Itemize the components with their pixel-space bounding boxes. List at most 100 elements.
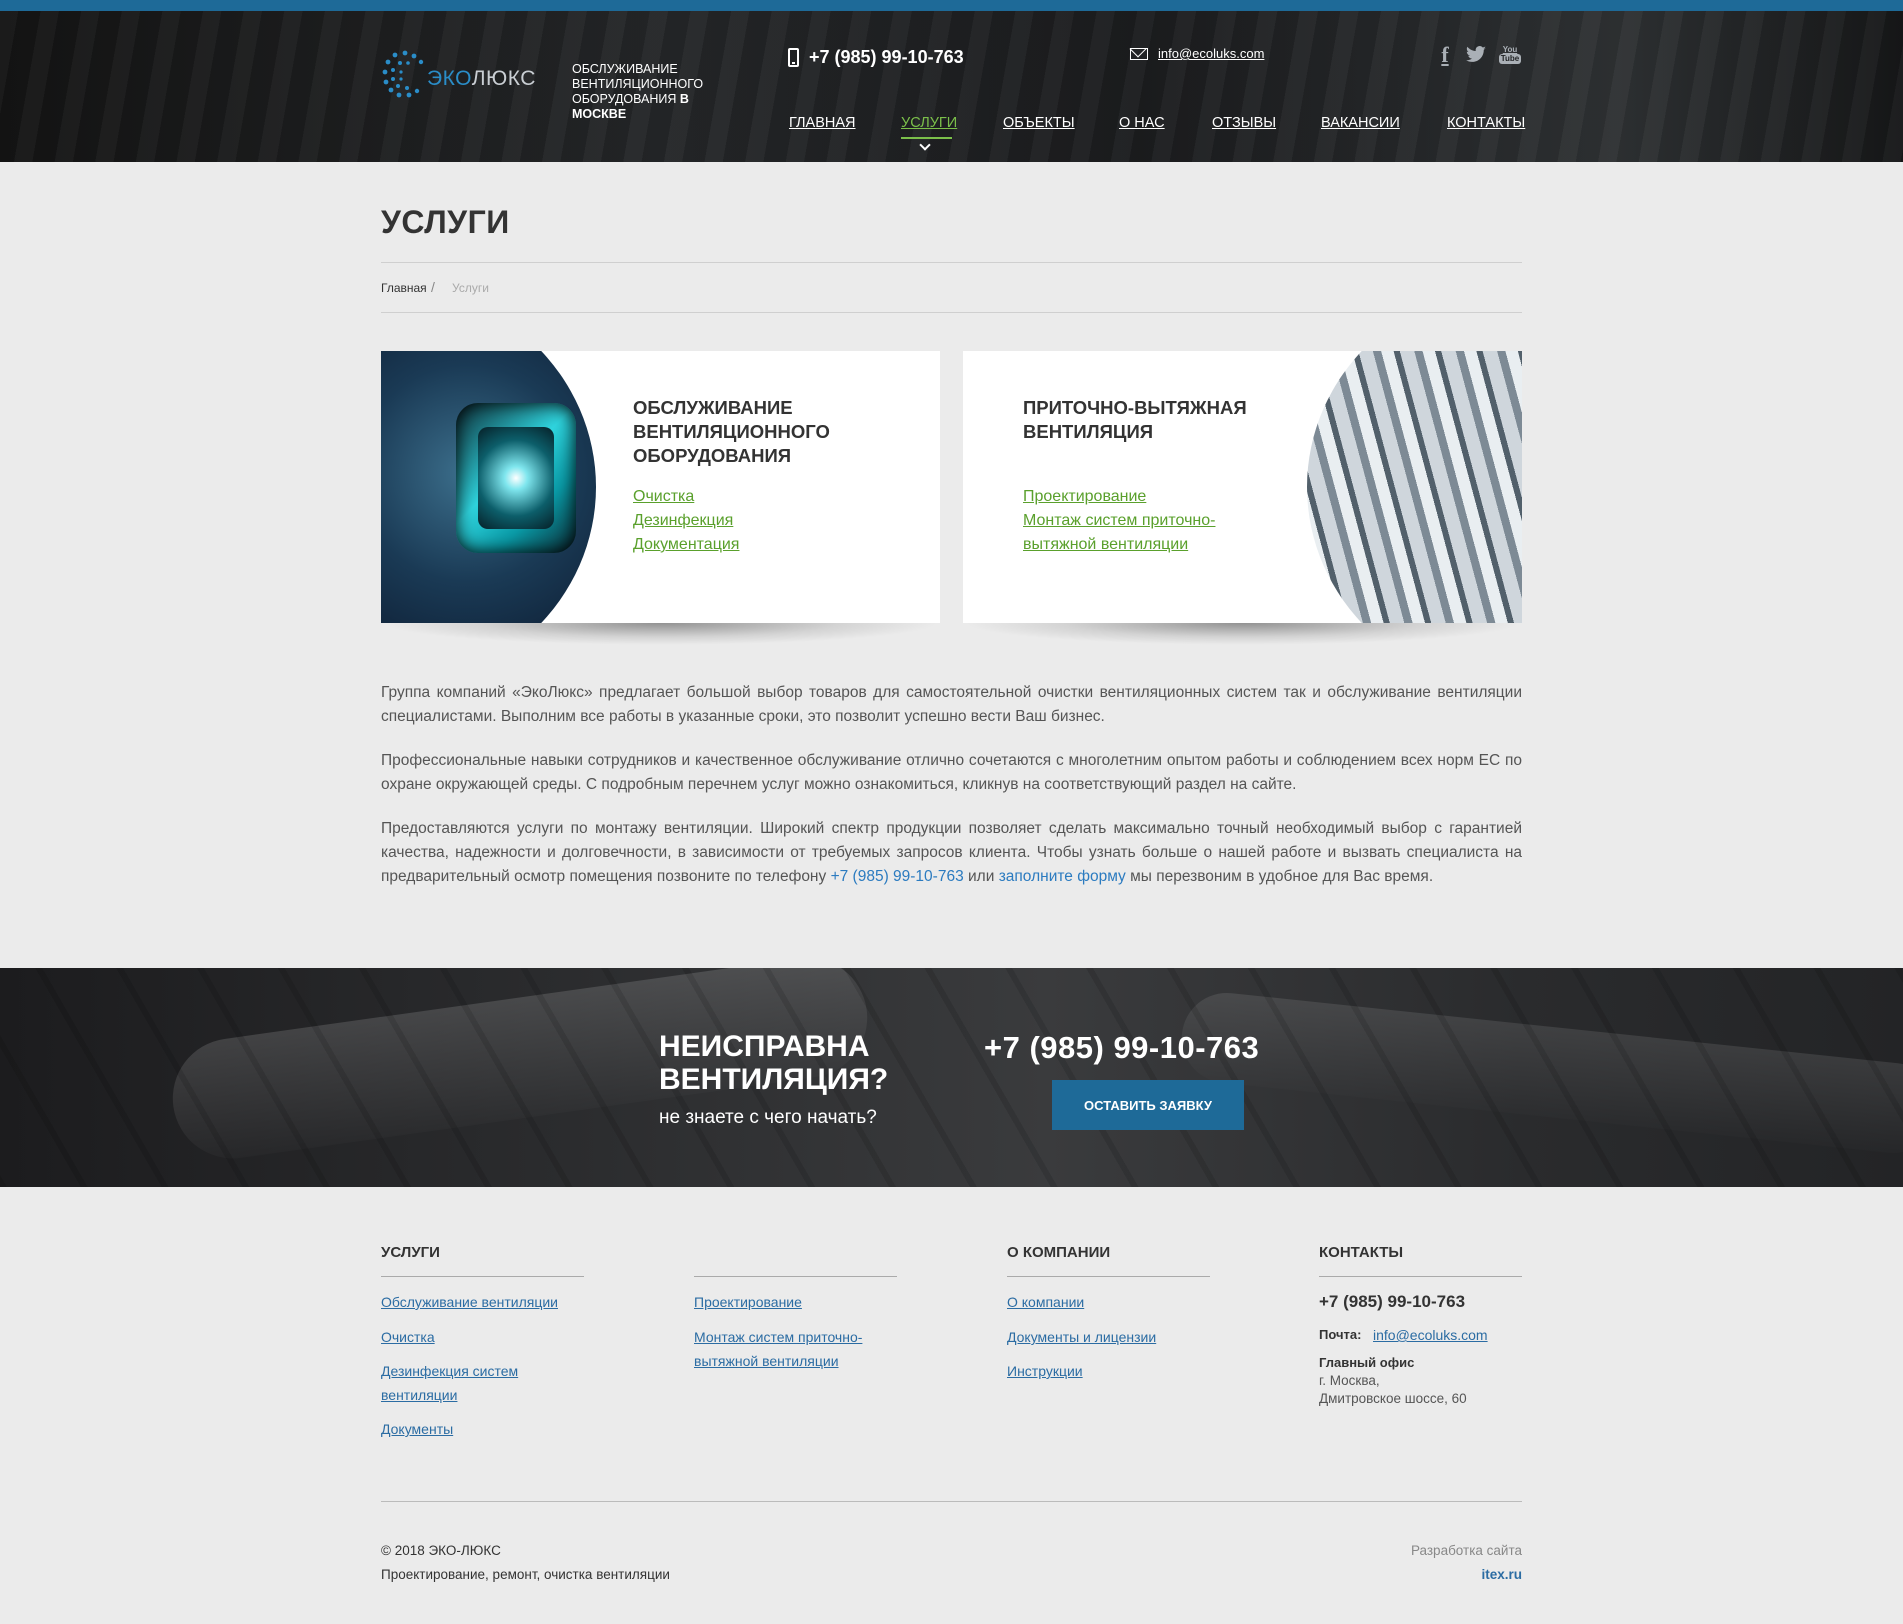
card-image-duct bbox=[381, 351, 596, 623]
nav-home[interactable]: ГЛАВНАЯ bbox=[789, 115, 856, 139]
logo-wordmark: ЭКОЛЮКС bbox=[427, 67, 536, 91]
footer-divider bbox=[1319, 1276, 1522, 1277]
footer-company-heading: О КОМПАНИИ bbox=[1007, 1244, 1111, 1261]
banner-phone[interactable]: +7 (985) 99-10-763 bbox=[984, 1030, 1259, 1066]
footer-address-line1: г. Москва, bbox=[1319, 1373, 1380, 1388]
footer-link-maintenance[interactable]: Обслуживание вентиляции bbox=[381, 1290, 558, 1314]
logo-eko: ЭКО bbox=[427, 67, 472, 90]
header-tagline: Обслуживание вентиляционного оборудовани… bbox=[572, 62, 732, 122]
nav-active-underline bbox=[901, 137, 952, 139]
nav-about[interactable]: О НАС bbox=[1119, 115, 1165, 139]
intro-p3-mid: или bbox=[963, 868, 999, 885]
top-accent-bar bbox=[0, 0, 1903, 11]
footer-link-disinfection[interactable]: Дезинфекция систем bbox=[381, 1359, 518, 1383]
card-title-line3: ОБОРУДОВАНИЯ bbox=[633, 445, 792, 466]
tagline-line1: Обслуживание bbox=[572, 62, 678, 76]
cta-banner bbox=[0, 968, 1903, 1187]
footer-phone[interactable]: +7 (985) 99-10-763 bbox=[1319, 1292, 1465, 1312]
nav-services[interactable]: УСЛУГИ bbox=[901, 115, 957, 139]
mail-icon bbox=[1130, 47, 1148, 60]
service-card-maintenance[interactable]: ОБСЛУЖИВАНИЕ ВЕНТИЛЯЦИОННОГО ОБОРУДОВАНИ… bbox=[381, 351, 940, 623]
tagline-line3: оборудования bbox=[572, 92, 677, 106]
banner-title: НЕИСПРАВНА ВЕНТИЛЯЦИЯ? bbox=[659, 1030, 888, 1096]
card-shadow bbox=[963, 623, 1522, 645]
card-shadow bbox=[381, 623, 940, 645]
submit-request-button[interactable]: ОСТАВИТЬ ЗАЯВКУ bbox=[1052, 1080, 1244, 1130]
footer-address-line2: Дмитровское шоссе, 60 bbox=[1319, 1391, 1467, 1406]
footer-link-disinfection-2[interactable]: вентиляции bbox=[381, 1383, 457, 1407]
service-card-ventilation[interactable]: ПРИТОЧНО-ВЫТЯЖНАЯ ВЕНТИЛЯЦИЯ Проектирова… bbox=[963, 351, 1522, 623]
card-title-line2: ВЕНТИЛЯЦИОННОГО bbox=[633, 421, 830, 442]
breadcrumb-current: Услуги bbox=[452, 281, 489, 295]
tagline-line2: вентиляционного bbox=[572, 77, 704, 91]
footer-divider bbox=[1007, 1276, 1210, 1277]
developer-label: Разработка сайта bbox=[1410, 1543, 1522, 1558]
header-email-link[interactable]: info@ecoluks.com bbox=[1158, 46, 1264, 61]
nav-contacts[interactable]: КОНТАКТЫ bbox=[1447, 115, 1525, 139]
footer-divider bbox=[381, 1276, 584, 1277]
logo[interactable]: ЭКОЛЮКС bbox=[381, 48, 541, 106]
logo-mark-icon bbox=[382, 50, 424, 98]
footer-link-cleaning[interactable]: Очистка bbox=[381, 1325, 435, 1349]
intro-paragraph-2: Профессиональные навыки сотрудников и ка… bbox=[381, 752, 1522, 793]
footer-link-installation[interactable]: Монтаж систем приточно- bbox=[694, 1325, 862, 1349]
intro-phone-link[interactable]: +7 (985) 99-10-763 bbox=[831, 868, 964, 885]
footer-link-instructions[interactable]: Инструкции bbox=[1007, 1359, 1083, 1383]
site-header bbox=[0, 11, 1903, 162]
intro-form-link[interactable]: заполните форму bbox=[999, 868, 1126, 885]
banner-background-texture bbox=[0, 968, 1903, 1187]
breadcrumb-divider bbox=[381, 312, 1522, 313]
nav-reviews[interactable]: ОТЗЫВЫ bbox=[1212, 115, 1276, 139]
footer-link-installation-2[interactable]: вытяжной вентиляции bbox=[694, 1349, 839, 1373]
twitter-icon[interactable] bbox=[1464, 44, 1488, 66]
breadcrumb-separator: / bbox=[431, 279, 435, 295]
banner-title-line2: ВЕНТИЛЯЦИЯ? bbox=[659, 1063, 889, 1096]
card-link-documentation[interactable]: Документация bbox=[633, 533, 739, 557]
card-link-design[interactable]: Проектирование bbox=[1023, 485, 1146, 509]
logo-lux: ЛЮКС bbox=[471, 67, 536, 90]
page-title: УСЛУГИ bbox=[381, 204, 510, 240]
phone-icon bbox=[788, 47, 799, 67]
footer-link-licenses[interactable]: Документы и лицензии bbox=[1007, 1325, 1156, 1349]
footer-bottom-divider bbox=[381, 1501, 1522, 1502]
intro-paragraph-1: Группа компаний «ЭкоЛюкс» предлагает бол… bbox=[381, 684, 1522, 725]
footer-services-heading: УСЛУГИ bbox=[381, 1244, 440, 1261]
card-link-cleaning[interactable]: Очистка bbox=[633, 485, 694, 509]
card-link-disinfection[interactable]: Дезинфекция bbox=[633, 509, 733, 533]
title-divider bbox=[381, 262, 1522, 263]
footer-divider bbox=[694, 1276, 897, 1277]
banner-subtitle: не знаете с чего начать? bbox=[659, 1107, 877, 1128]
header-phone-block[interactable]: +7 (985) 99-10-763 bbox=[788, 45, 964, 69]
copyright: © 2018 ЭКО-ЛЮКС bbox=[381, 1543, 501, 1558]
header-phone[interactable]: +7 (985) 99-10-763 bbox=[809, 47, 964, 68]
footer-office-label: Главный офис bbox=[1319, 1355, 1415, 1370]
footer-email-link[interactable]: info@ecoluks.com bbox=[1373, 1323, 1488, 1347]
developer-link[interactable]: itex.ru bbox=[1481, 1567, 1522, 1582]
copyright-subtitle: Проектирование, ремонт, очистка вентиляц… bbox=[381, 1567, 670, 1582]
breadcrumb-home[interactable]: Главная bbox=[381, 281, 427, 295]
card-link-installation[interactable]: Монтаж систем приточно- bbox=[1023, 509, 1215, 533]
intro-paragraph-3: Предоставляются услуги по монтажу вентил… bbox=[381, 817, 1522, 889]
card-title: ПРИТОЧНО-ВЫТЯЖНАЯ ВЕНТИЛЯЦИЯ bbox=[1023, 396, 1247, 444]
card-title-line2: ВЕНТИЛЯЦИЯ bbox=[1023, 421, 1154, 442]
footer-contacts-heading: КОНТАКТЫ bbox=[1319, 1244, 1404, 1261]
card-image-pipes bbox=[1307, 351, 1522, 623]
youtube-icon[interactable]: You Tube bbox=[1498, 44, 1522, 66]
header-background bbox=[0, 11, 1903, 162]
card-title: ОБСЛУЖИВАНИЕ ВЕНТИЛЯЦИОННОГО ОБОРУДОВАНИ… bbox=[633, 396, 830, 468]
facebook-icon[interactable]: f bbox=[1436, 42, 1454, 67]
nav-objects[interactable]: ОБЪЕКТЫ bbox=[1003, 115, 1075, 139]
youtube-tube: Tube bbox=[1498, 54, 1522, 64]
banner-title-line1: НЕИСПРАВНА bbox=[659, 1030, 870, 1063]
card-title-line1: ОБСЛУЖИВАНИЕ bbox=[633, 397, 793, 418]
intro-p3-end: мы перезвоним в удобное для Вас время. bbox=[1125, 868, 1434, 885]
card-link-installation-2[interactable]: вытяжной вентиляции bbox=[1023, 533, 1188, 557]
footer-link-about[interactable]: О компании bbox=[1007, 1290, 1084, 1314]
footer-link-documents[interactable]: Документы bbox=[381, 1417, 453, 1441]
header-email-block[interactable]: info@ecoluks.com bbox=[1130, 46, 1264, 61]
nav-vacancies[interactable]: ВАКАНСИИ bbox=[1321, 115, 1400, 139]
youtube-you: You bbox=[1502, 45, 1518, 54]
footer-link-design[interactable]: Проектирование bbox=[694, 1290, 802, 1314]
footer-mail-label: Почта: bbox=[1319, 1327, 1362, 1342]
card-title-line1: ПРИТОЧНО-ВЫТЯЖНАЯ bbox=[1023, 397, 1247, 418]
